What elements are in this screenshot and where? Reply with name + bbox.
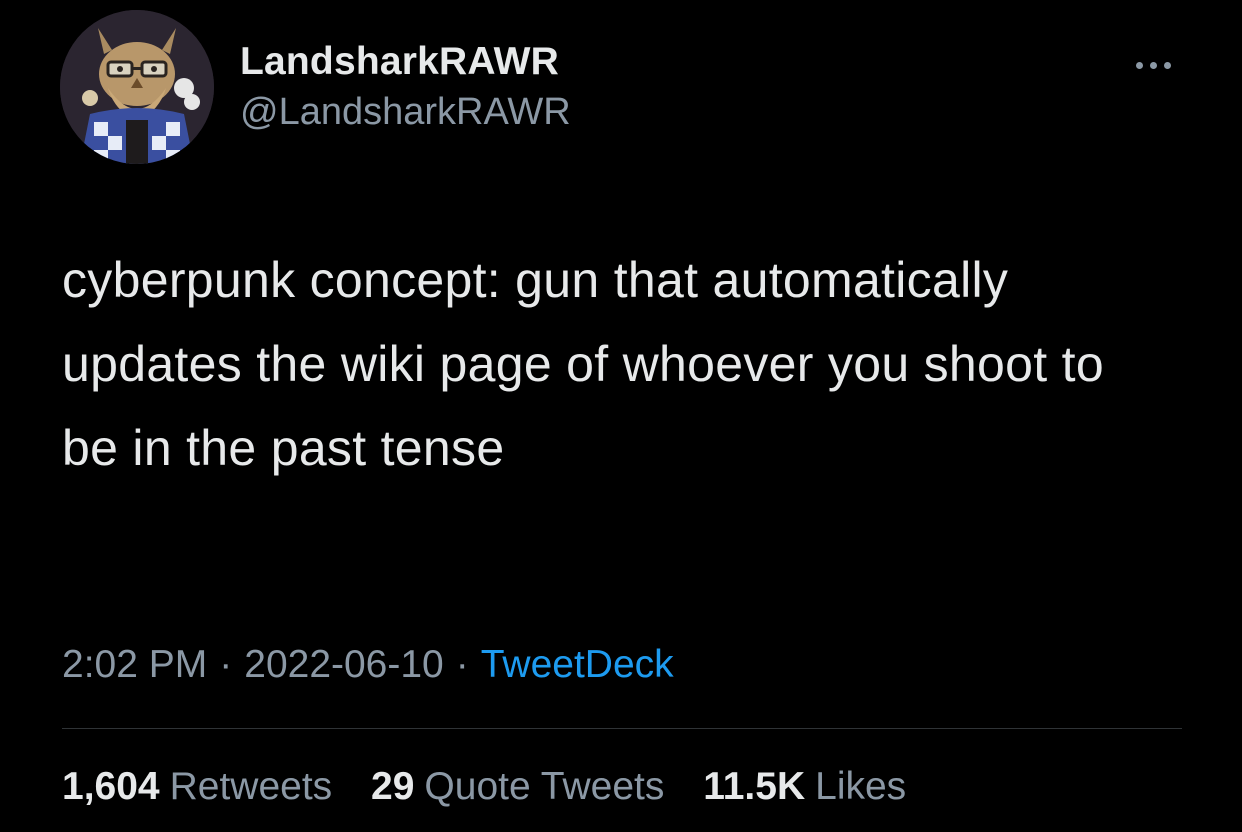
quote-tweets-label: Quote Tweets (424, 765, 665, 808)
tweet-header: LandsharkRAWR @LandsharkRAWR (60, 10, 1182, 164)
more-dot (1136, 62, 1143, 69)
tweet-text: cyberpunk concept: gun that automaticall… (62, 252, 1104, 476)
pixel-owl-avatar-icon (60, 10, 214, 164)
likes-stat[interactable]: 11.5K Likes (703, 762, 906, 812)
tweet-metadata: 2:02 PM · 2022-06-10 · TweetDeck (62, 640, 674, 690)
tweet-stats: 1,604 Retweets 29 Quote Tweets 11.5K Likes (62, 762, 906, 812)
meta-separator: · (455, 643, 469, 686)
likes-count: 11.5K (703, 765, 806, 808)
author-info[interactable]: LandsharkRAWR @LandsharkRAWR (240, 40, 571, 134)
retweets-stat[interactable]: 1,604 Retweets (62, 762, 332, 812)
display-name[interactable]: LandsharkRAWR (240, 40, 571, 84)
tweet-source-link[interactable]: TweetDeck (481, 643, 674, 686)
quote-tweets-stat[interactable]: 29 Quote Tweets (371, 762, 664, 812)
meta-separator: · (219, 643, 233, 686)
quote-tweets-count: 29 (371, 765, 415, 808)
tweet-date[interactable]: 2022-06-10 (244, 643, 444, 686)
user-handle[interactable]: @LandsharkRAWR (240, 90, 571, 134)
more-dot (1164, 62, 1171, 69)
tweet-time[interactable]: 2:02 PM (62, 643, 207, 686)
divider (62, 728, 1182, 729)
avatar[interactable] (60, 10, 214, 164)
retweets-count: 1,604 (62, 765, 160, 808)
likes-label: Likes (815, 765, 907, 808)
more-options-icon[interactable] (1136, 56, 1180, 70)
more-dot (1150, 62, 1157, 69)
tweet-card: LandsharkRAWR @LandsharkRAWR cyberpunk c… (0, 0, 1242, 832)
retweets-label: Retweets (169, 765, 333, 808)
